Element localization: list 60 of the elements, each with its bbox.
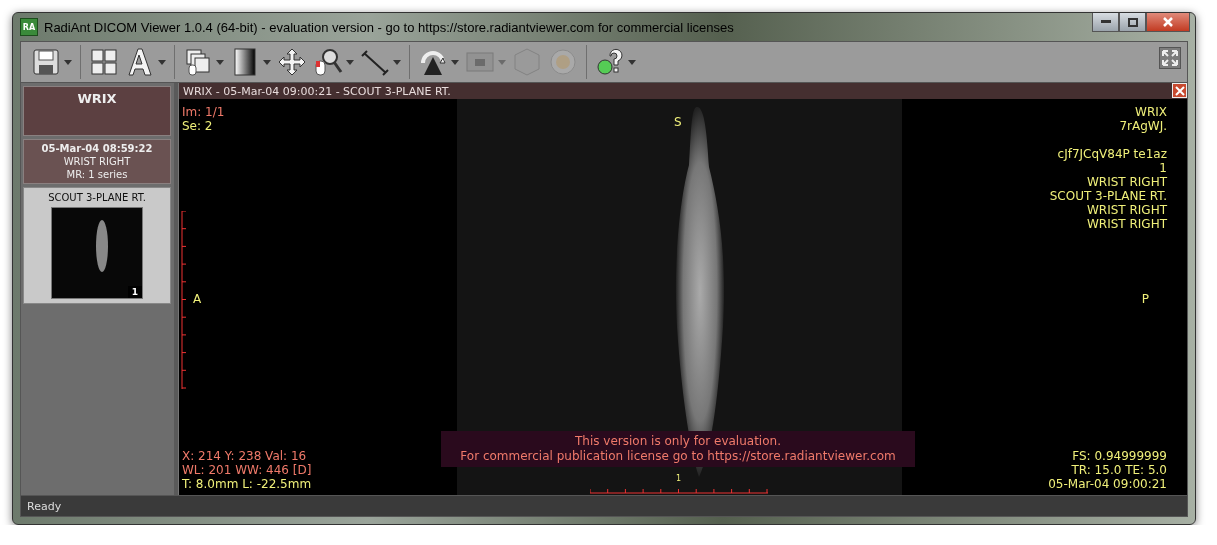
app-icon: RA: [20, 18, 38, 36]
overlay-text: WL: 201 WW: 446 [D]: [182, 463, 312, 477]
caret-icon: [263, 59, 271, 65]
series-card[interactable]: SCOUT 3-PLANE RT. 1: [23, 187, 171, 304]
overlay-text: WRIX: [1135, 105, 1167, 119]
overlay-text: FS: 0.94999999: [1072, 449, 1167, 463]
window-title: RadiAnt DICOM Viewer 1.0.4 (64-bit) - evaluation version - go to https://store.radiantviewer.com for commercial licenses: [44, 19, 734, 35]
move-arrows-icon: [277, 47, 307, 77]
image-viewport[interactable]: [179, 99, 1187, 495]
caret-icon: [64, 59, 72, 65]
orientation-label: A: [193, 292, 202, 306]
fullscreen-button[interactable]: [1159, 47, 1181, 69]
close-icon: [1174, 85, 1185, 96]
caret-icon: [216, 59, 224, 65]
grid-layout-icon: [89, 47, 119, 77]
fullscreen-icon: [1162, 50, 1178, 66]
ruler-line-icon: [360, 47, 390, 77]
study-info-card[interactable]: 05-Mar-04 08:59:22 WRIST RIGHT MR: 1 series: [23, 139, 171, 184]
overlay-text: cJf7JCqV84P te1az: [1057, 147, 1167, 161]
overlay-text: WRIST RIGHT: [1086, 217, 1167, 231]
overlay-text: SCOUT 3-PLANE RT.: [1049, 189, 1167, 203]
stacked-images-icon: [183, 47, 213, 77]
close-viewport-button[interactable]: [1172, 83, 1187, 98]
overlay-text: TR: 15.0 TE: 5.0: [1071, 463, 1167, 477]
notice-text: This version is only for evaluation.: [574, 434, 782, 449]
maximize-icon: [1127, 17, 1138, 27]
status-text: Ready: [27, 499, 62, 513]
overlay-text: 7rAgWJ.: [1119, 119, 1167, 133]
study-modality: MR: 1 series: [65, 169, 129, 180]
study-date: 05-Mar-04 08:59:22: [40, 143, 154, 154]
caret-icon: [498, 59, 506, 65]
overlay-text: 1: [1159, 161, 1167, 175]
caret-icon: [346, 59, 354, 65]
scale-label: 1: [676, 475, 682, 483]
overlay-text: WRIST RIGHT: [1086, 175, 1167, 189]
overlay-text: WRIST RIGHT: [1086, 203, 1167, 217]
overlay-text: T: 8.0mm L: -22.5mm: [182, 477, 312, 491]
image-count: 1: [127, 286, 142, 298]
minimize-icon: [1100, 20, 1111, 24]
study-description: WRIST RIGHT: [62, 156, 132, 167]
orientation-label: P: [1141, 292, 1149, 306]
magnifier-mouse-icon: [313, 47, 343, 77]
orientation-label: S: [674, 115, 682, 129]
overlay-text: Im: 1/1: [182, 105, 225, 119]
caret-icon: [451, 59, 459, 65]
caret-icon: [628, 59, 636, 65]
notice-text: For commercial publication license go to https://store.radiantviewer.com: [459, 449, 897, 464]
series-title: SCOUT 3-PLANE RT.: [48, 192, 146, 203]
overlay-text: 05-Mar-04 09:00:21: [1048, 477, 1167, 491]
minimize-button[interactable]: [1092, 13, 1119, 32]
caret-icon: [393, 59, 401, 65]
overlay-text: Se: 2: [182, 119, 213, 133]
close-button[interactable]: [1146, 13, 1190, 32]
overlay-text: X: 214 Y: 238 Val: 16: [182, 449, 307, 463]
close-icon: [1163, 17, 1173, 27]
letter-a-icon: [125, 47, 155, 77]
study-name[interactable]: WRIX: [23, 86, 171, 136]
viewport-title: WRIX - 05-Mar-04 09:00:21 - SCOUT 3-PLANE RT.: [183, 84, 451, 98]
maximize-button[interactable]: [1119, 13, 1146, 32]
caret-icon: [158, 59, 166, 65]
